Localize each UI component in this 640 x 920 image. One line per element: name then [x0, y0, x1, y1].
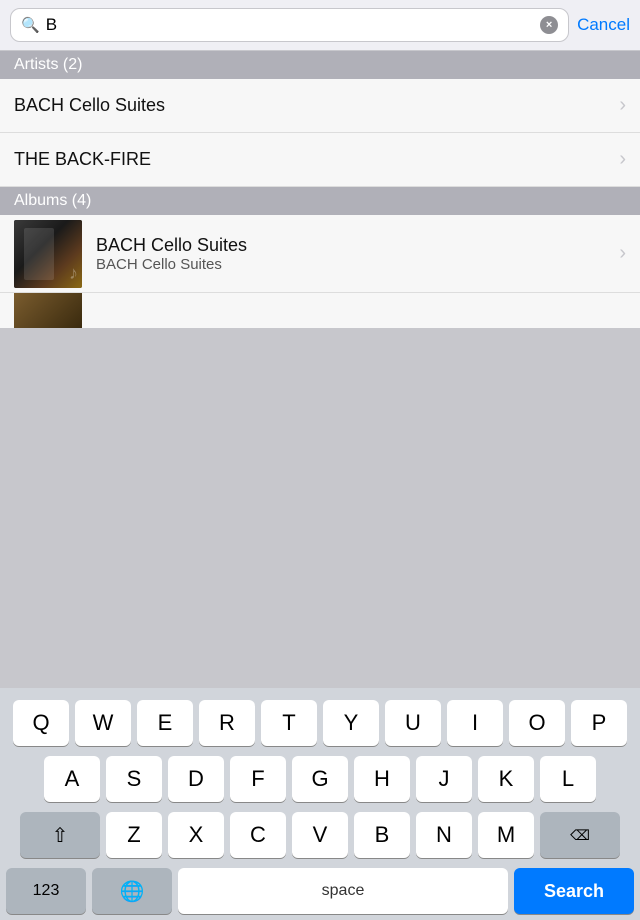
- key-q[interactable]: Q: [13, 700, 69, 746]
- key-y[interactable]: Y: [323, 700, 379, 746]
- search-icon: 🔍: [21, 16, 40, 34]
- partial-album-item: [0, 293, 640, 328]
- artist-name: THE BACK-FIRE: [14, 149, 607, 170]
- key-t[interactable]: T: [261, 700, 317, 746]
- space-key[interactable]: space: [178, 868, 508, 914]
- albums-section-header: Albums (4): [0, 187, 640, 215]
- artists-section-header: Artists (2): [0, 51, 640, 79]
- album-thumbnail: [14, 220, 82, 288]
- key-d[interactable]: D: [168, 756, 224, 802]
- delete-key[interactable]: ⌫: [540, 812, 620, 858]
- chevron-right-icon: ›: [619, 94, 626, 117]
- album-item[interactable]: BACH Cello Suites BACH Cello Suites ›: [0, 215, 640, 293]
- key-m[interactable]: M: [478, 812, 534, 858]
- cancel-button[interactable]: Cancel: [577, 15, 630, 35]
- key-p[interactable]: P: [571, 700, 627, 746]
- key-row-3: ⇧ Z X C V B N M ⌫: [6, 812, 634, 858]
- globe-key[interactable]: 🌐: [92, 868, 172, 914]
- clear-button[interactable]: ×: [540, 16, 558, 34]
- key-v[interactable]: V: [292, 812, 348, 858]
- list-item[interactable]: THE BACK-FIRE ›: [0, 133, 640, 187]
- album-subtitle: BACH Cello Suites: [96, 256, 605, 273]
- search-input-wrap: 🔍 ×: [10, 8, 569, 42]
- search-bar: 🔍 × Cancel: [0, 0, 640, 51]
- key-l[interactable]: L: [540, 756, 596, 802]
- chevron-right-icon: ›: [619, 242, 626, 265]
- bottom-row: 123 🌐 space Search: [6, 868, 634, 914]
- key-o[interactable]: O: [509, 700, 565, 746]
- key-row-2: A S D F G H J K L: [6, 756, 634, 802]
- album-title: BACH Cello Suites: [96, 235, 605, 256]
- key-j[interactable]: J: [416, 756, 472, 802]
- keyboard: Q W E R T Y U I O P A S D F G H J K L ⇧ …: [0, 688, 640, 920]
- key-a[interactable]: A: [44, 756, 100, 802]
- key-r[interactable]: R: [199, 700, 255, 746]
- list-item[interactable]: BACH Cello Suites ›: [0, 79, 640, 133]
- key-w[interactable]: W: [75, 700, 131, 746]
- key-g[interactable]: G: [292, 756, 348, 802]
- key-b[interactable]: B: [354, 812, 410, 858]
- key-f[interactable]: F: [230, 756, 286, 802]
- key-c[interactable]: C: [230, 812, 286, 858]
- key-x[interactable]: X: [168, 812, 224, 858]
- key-u[interactable]: U: [385, 700, 441, 746]
- chevron-right-icon: ›: [619, 148, 626, 171]
- search-key[interactable]: Search: [514, 868, 634, 914]
- key-i[interactable]: I: [447, 700, 503, 746]
- key-z[interactable]: Z: [106, 812, 162, 858]
- number-key[interactable]: 123: [6, 868, 86, 914]
- partial-thumbnail: [14, 293, 82, 328]
- key-e[interactable]: E: [137, 700, 193, 746]
- artist-name: BACH Cello Suites: [14, 95, 607, 116]
- key-s[interactable]: S: [106, 756, 162, 802]
- key-h[interactable]: H: [354, 756, 410, 802]
- key-n[interactable]: N: [416, 812, 472, 858]
- shift-key[interactable]: ⇧: [20, 812, 100, 858]
- search-input[interactable]: [46, 15, 534, 35]
- key-row-1: Q W E R T Y U I O P: [6, 700, 634, 746]
- album-info: BACH Cello Suites BACH Cello Suites: [96, 235, 605, 273]
- key-k[interactable]: K: [478, 756, 534, 802]
- shift-icon: ⇧: [52, 823, 69, 848]
